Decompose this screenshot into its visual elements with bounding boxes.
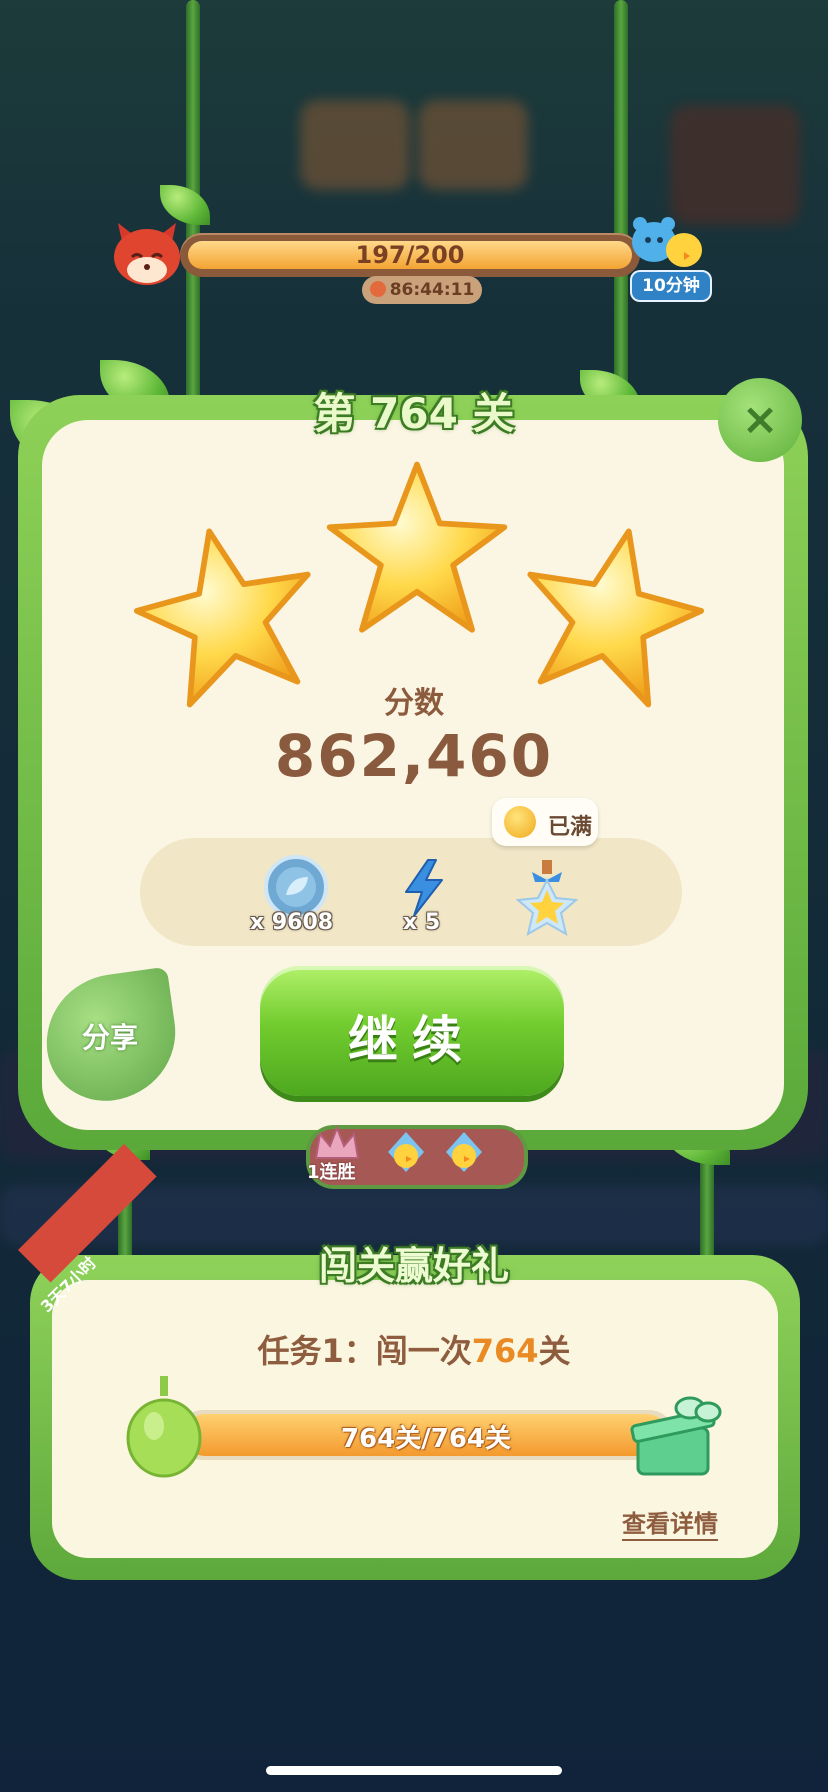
level-title: 第 764 关 xyxy=(313,389,515,438)
view-details-link[interactable]: 查看详情 xyxy=(622,1504,718,1541)
home-indicator[interactable] xyxy=(266,1766,562,1775)
top-progress-text: 197/200 xyxy=(355,241,465,269)
timer-text: 86:44:11 xyxy=(389,280,475,300)
close-icon: × xyxy=(741,394,779,445)
lightning-icon xyxy=(405,859,443,917)
chick-reward-icon xyxy=(632,217,702,267)
lightning-count: x 5 xyxy=(403,910,441,935)
star-jar-icon xyxy=(515,860,579,937)
gift-box-icon xyxy=(630,1396,722,1476)
task-suffix: 关 xyxy=(538,1332,571,1370)
fox-avatar-icon xyxy=(114,223,180,285)
bg-tile xyxy=(418,100,528,190)
vine xyxy=(614,0,628,420)
task-level: 764 xyxy=(471,1332,539,1370)
share-label[interactable]: 分享 xyxy=(82,1016,138,1056)
star-icon xyxy=(326,461,508,633)
chick-icon xyxy=(446,1132,482,1172)
gold-coin-icon xyxy=(504,806,536,838)
challenge-title: 闯关赢好礼 xyxy=(318,1244,509,1288)
leaf-coin-count: x 9608 xyxy=(250,910,334,935)
close-button[interactable]: × xyxy=(718,378,802,462)
reward-time-badge: 10分钟 xyxy=(630,270,712,302)
continue-label[interactable]: 继续 xyxy=(260,1000,564,1072)
task-description: 任务1：闯一次764关 xyxy=(0,1326,828,1372)
task-progress-text: 764关/764关 xyxy=(340,1424,512,1454)
clock-icon xyxy=(369,281,386,297)
chick-icon xyxy=(388,1132,424,1172)
score-value: 862,460 xyxy=(274,722,554,790)
win-streak-label: 1连胜 xyxy=(307,1162,356,1183)
full-status-text: 已满 xyxy=(548,815,593,840)
event-timer: 86:44:11 xyxy=(362,276,482,304)
task-prefix: 任务 xyxy=(257,1332,322,1370)
task-number: 1 xyxy=(321,1332,344,1370)
score-label: 分数 xyxy=(384,686,444,721)
bg-tile xyxy=(670,105,800,225)
top-progress-bar: 197/200 xyxy=(180,233,640,277)
task-middle: ：闯一次 xyxy=(343,1332,472,1370)
lantern-icon xyxy=(126,1376,202,1478)
bg-tile xyxy=(300,100,410,190)
